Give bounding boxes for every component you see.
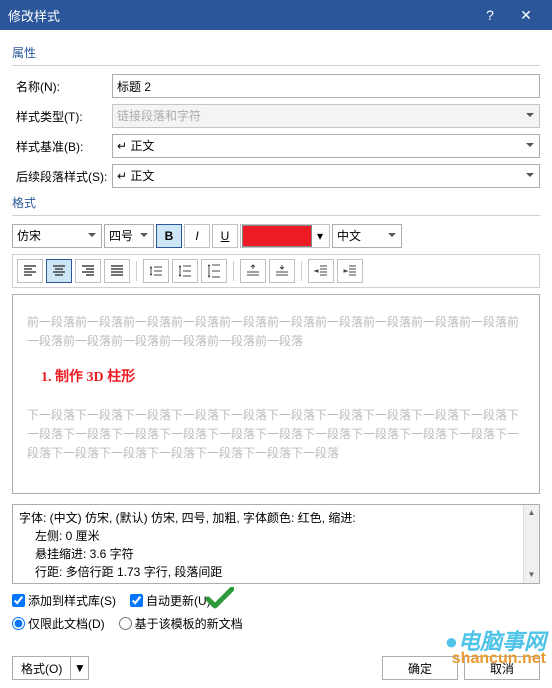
paragraph-toolbar — [12, 254, 540, 288]
font-select[interactable]: 仿宋 — [12, 224, 102, 248]
align-left-button[interactable] — [17, 259, 43, 283]
preview-sample-text: 1. 制作 3D 柱形 — [41, 367, 525, 389]
close-button[interactable]: ✕ — [508, 0, 544, 30]
preview-before-text: 前一段落前一段落前一段落前一段落前一段落前一段落前一段落前一段落前一段落前一段落… — [27, 313, 525, 351]
space-before-dec-button[interactable] — [269, 259, 295, 283]
help-button[interactable]: ? — [472, 0, 508, 30]
auto-update-checkbox[interactable]: 自动更新(U) — [130, 592, 210, 609]
desc-line: 左侧: 0 厘米 — [19, 527, 533, 545]
italic-button[interactable]: I — [184, 224, 210, 248]
desc-line: 悬挂缩进: 3.6 字符 — [19, 545, 533, 563]
description-box: 字体: (中文) 仿宋, (默认) 仿宋, 四号, 加粗, 字体颜色: 红色, … — [12, 504, 540, 584]
preview-pane: 前一段落前一段落前一段落前一段落前一段落前一段落前一段落前一段落前一段落前一段落… — [12, 294, 540, 494]
section-properties: 属性 — [12, 44, 540, 61]
size-select[interactable]: 四号 — [104, 224, 154, 248]
scroll-up-icon[interactable]: ▲ — [526, 505, 538, 521]
label-following: 后续段落样式(S): — [12, 168, 112, 185]
color-swatch — [242, 225, 312, 247]
align-justify-button[interactable] — [104, 259, 130, 283]
desc-line: 字体: (中文) 仿宋, (默认) 仿宋, 四号, 加粗, 字体颜色: 红色, … — [19, 509, 533, 527]
style-type-select: 链接段落和字符 — [112, 104, 540, 128]
add-to-gallery-checkbox[interactable]: 添加到样式库(S) — [12, 592, 116, 609]
following-select[interactable]: ↵ 正文 — [112, 164, 540, 188]
scroll-down-icon[interactable]: ▼ — [526, 567, 538, 583]
align-center-button[interactable] — [46, 259, 72, 283]
template-radio[interactable]: 基于该模板的新文档 — [119, 615, 243, 632]
format-menu-button[interactable]: 格式(O) — [12, 656, 71, 680]
dialog-title: 修改样式 — [8, 6, 472, 25]
label-style-type: 样式类型(T): — [12, 108, 112, 125]
indent-dec-button[interactable] — [308, 259, 334, 283]
dialog-footer: 格式(O) ▼ 确定 取消 — [0, 648, 552, 688]
label-name: 名称(N): — [12, 78, 112, 95]
label-based-on: 样式基准(B): — [12, 138, 112, 155]
desc-line: 行距: 多倍行距 1.73 字行, 段落间距 — [19, 563, 533, 581]
line-spacing-15-button[interactable] — [172, 259, 198, 283]
indent-inc-button[interactable] — [337, 259, 363, 283]
font-color-picker[interactable]: ▾ — [240, 224, 330, 248]
bold-button[interactable]: B — [156, 224, 182, 248]
line-spacing-1-button[interactable] — [143, 259, 169, 283]
line-spacing-2-button[interactable] — [201, 259, 227, 283]
font-toolbar: 仿宋 四号 B I U ▾ 中文 — [12, 224, 540, 248]
space-before-inc-button[interactable] — [240, 259, 266, 283]
lang-select[interactable]: 中文 — [332, 224, 402, 248]
chevron-down-icon[interactable]: ▾ — [312, 229, 328, 243]
preview-after-text: 下一段落下一段落下一段落下一段落下一段落下一段落下一段落下一段落下一段落下一段落… — [27, 406, 525, 464]
cancel-button[interactable]: 取消 — [464, 656, 540, 680]
section-format: 格式 — [12, 194, 540, 211]
scrollbar[interactable]: ▲▼ — [523, 505, 539, 583]
based-on-select[interactable]: ↵ 正文 — [112, 134, 540, 158]
ok-button[interactable]: 确定 — [382, 656, 458, 680]
format-menu-dropdown[interactable]: ▼ — [71, 656, 89, 680]
this-doc-radio[interactable]: 仅限此文档(D) — [12, 615, 105, 632]
align-right-button[interactable] — [75, 259, 101, 283]
underline-button[interactable]: U — [212, 224, 238, 248]
titlebar: 修改样式 ? ✕ — [0, 0, 552, 30]
name-input[interactable] — [112, 74, 540, 98]
